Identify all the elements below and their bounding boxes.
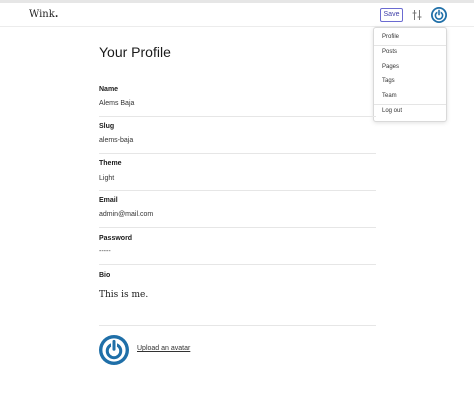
menu-item-team[interactable]: Team [382,93,397,99]
name-field[interactable]: Alems Baja [99,100,134,107]
menu-item-tags[interactable]: Tags [382,78,395,84]
menu-divider [374,45,446,46]
top-bar: Wink. Save [0,3,474,27]
slug-label: Slug [99,123,115,130]
sliders-icon[interactable] [410,8,424,22]
field-divider [99,190,376,191]
name-label: Name [99,86,119,93]
field-divider [99,153,376,154]
power-icon [431,7,447,23]
menu-item-pages[interactable]: Pages [382,64,399,70]
upload-avatar-link[interactable]: Upload an avatar [137,345,190,352]
password-field[interactable]: ----- [99,248,111,255]
bio-editor[interactable]: This is me. [99,290,148,300]
theme-label: Theme [99,160,122,167]
theme-field[interactable]: Light [99,175,114,182]
menu-item-posts[interactable]: Posts [382,49,397,55]
email-field[interactable]: admin@mail.com [99,211,153,218]
bio-label: Bio [99,272,111,279]
menu-divider [374,104,446,105]
menu-item-profile[interactable]: Profile [382,34,399,40]
page-title: Your Profile [99,44,171,60]
avatar[interactable] [99,335,129,365]
slug-field[interactable]: alems-baja [99,137,133,144]
power-icon [99,335,129,365]
user-dropdown-menu: Profile Posts Pages Tags Team Log out [373,27,447,122]
email-label: Email [99,197,118,204]
field-divider [99,264,376,265]
save-button[interactable]: Save [380,8,403,22]
field-divider [99,227,376,228]
logo[interactable]: Wink. [29,9,58,20]
password-label: Password [99,235,133,242]
user-menu-button[interactable] [431,7,447,23]
field-divider [99,325,376,326]
field-divider [99,116,376,117]
logo-dot: . [54,9,59,20]
menu-item-logout[interactable]: Log out [382,108,402,114]
logo-text: Wink [29,9,55,20]
